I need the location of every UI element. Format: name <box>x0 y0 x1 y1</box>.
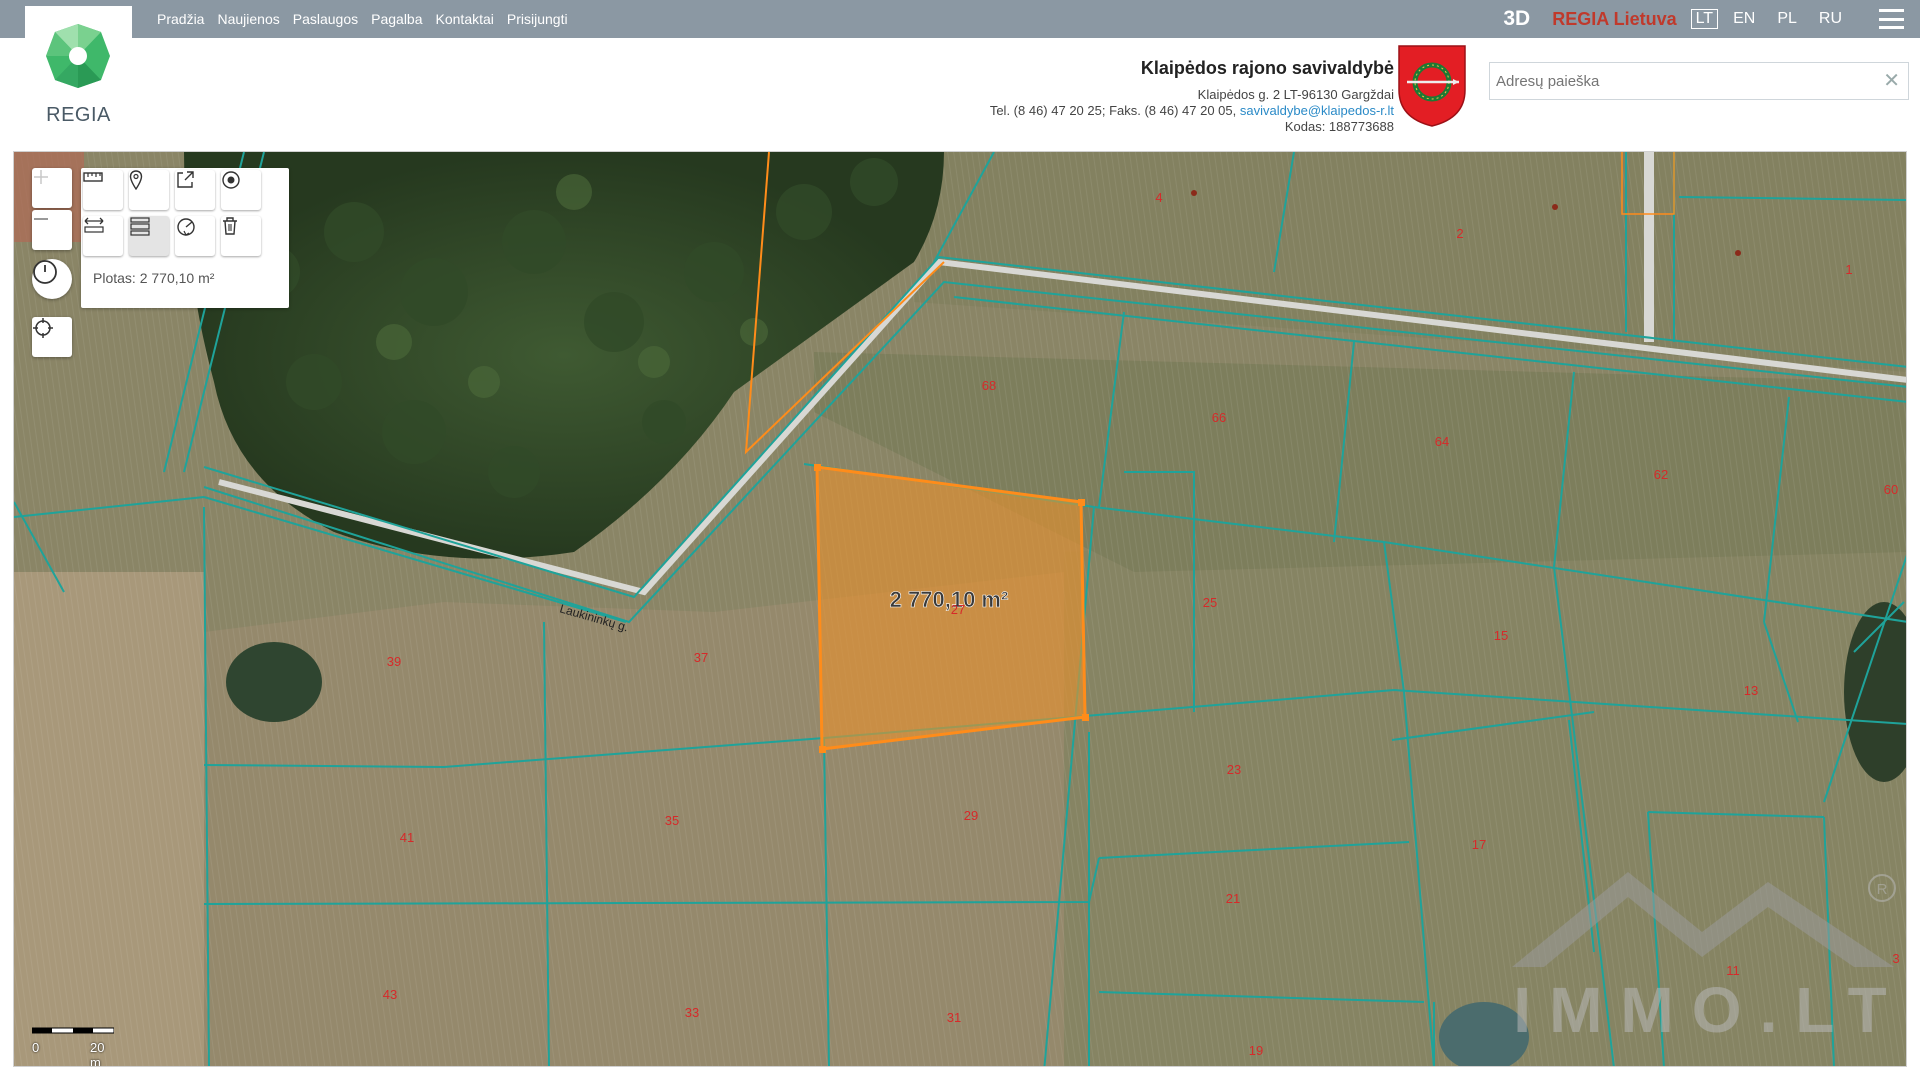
lang-ru[interactable]: RU <box>1819 10 1842 28</box>
municipality-address: Klaipėdos g. 2 LT-96130 Gargždai <box>1197 87 1394 102</box>
top-bar-right: 3D REGIA Lietuva LT EN PL RU <box>1503 0 1920 38</box>
nav-item-login[interactable]: Prisijungti <box>507 11 568 27</box>
municipality-info: Klaipėdos rajono savivaldybė Klaipėdos g… <box>990 58 1394 135</box>
parcel-number: 21 <box>1226 891 1240 906</box>
parcel-number: 33 <box>685 1005 699 1020</box>
parcel-number: 29 <box>964 808 978 823</box>
minus-icon <box>34 218 48 220</box>
watermark-text: IMMO.LT <box>1513 974 1904 1046</box>
parcel-number: 62 <box>1654 467 1668 482</box>
nav-item-services[interactable]: Paslaugos <box>293 11 358 27</box>
parcel-number: 39 <box>387 654 401 669</box>
regia-logo[interactable]: REGIA <box>25 6 132 150</box>
parcel-number: 25 <box>1203 595 1217 610</box>
measure-distance-button[interactable] <box>83 216 123 256</box>
distance-icon <box>84 217 104 233</box>
svg-text:R: R <box>1877 881 1888 898</box>
map-viewport[interactable]: 2 770,10 m² Laukininkų g. 4 2 1 68 66 64… <box>13 151 1907 1067</box>
close-icon[interactable]: ✕ <box>1883 68 1900 93</box>
parcel-number: 64 <box>1435 434 1449 449</box>
ruler-icon <box>83 172 103 182</box>
municipality-code: Kodas: 188773688 <box>1284 119 1394 134</box>
lang-lt[interactable]: LT <box>1690 9 1719 29</box>
parcel-number: 66 <box>1212 410 1226 425</box>
parcel-number: 60 <box>1884 482 1898 497</box>
nav-item-help[interactable]: Pagalba <box>371 11 422 27</box>
scale-max-label: 20 m <box>90 1040 105 1067</box>
brand-link[interactable]: REGIA Lietuva <box>1552 9 1676 30</box>
measure-tool-button[interactable] <box>83 170 123 210</box>
3d-button[interactable]: 3D <box>1503 7 1530 31</box>
logo-text: REGIA <box>46 104 111 126</box>
parcel-number: 19 <box>1249 1043 1263 1058</box>
parcel-number: 27 <box>951 602 965 617</box>
map-pin-icon <box>129 170 143 190</box>
measure-tool-panel: Plotas: 2 770,10 m² <box>81 168 289 308</box>
municipality-phone: Tel. (8 46) 47 20 25; Faks. (8 46) 47 20… <box>989 103 1237 118</box>
scale-bar-graphic <box>32 1027 114 1034</box>
main-nav: Pradžia Naujienos Paslaugos Pagalba Kont… <box>157 0 581 38</box>
parcel-number: 17 <box>1472 837 1486 852</box>
regia-logo-icon <box>46 24 110 88</box>
measure-area-button[interactable] <box>129 216 169 256</box>
selected-area-label: 2 770,10 m² <box>890 587 1009 612</box>
nav-item-news[interactable]: Naujienos <box>217 11 279 27</box>
plus-icon <box>34 170 48 184</box>
parcel-number: 23 <box>1227 762 1241 777</box>
menu-icon[interactable] <box>1879 9 1904 29</box>
parcel-number: 41 <box>400 830 414 845</box>
nav-item-contacts[interactable]: Kontaktai <box>436 11 494 27</box>
trash-icon <box>223 217 237 235</box>
municipality-contacts: Tel. (8 46) 47 20 25; Faks. (8 46) 47 20… <box>990 103 1394 119</box>
area-readout: Plotas: 2 770,10 m² <box>93 270 215 286</box>
top-bar: Pradžia Naujienos Paslaugos Pagalba Kont… <box>0 0 1920 38</box>
municipality-email-link[interactable]: savivaldybe@klaipedos-r.lt <box>1240 103 1394 118</box>
target-button[interactable] <box>221 170 261 210</box>
parcel-number: 35 <box>665 813 679 828</box>
coat-of-arms-icon <box>1398 45 1466 127</box>
scale-min-label: 0 <box>32 1040 40 1055</box>
nav-item-home[interactable]: Pradžia <box>157 11 204 27</box>
lang-en[interactable]: EN <box>1733 10 1755 28</box>
parcel-number: 37 <box>694 650 708 665</box>
delete-button[interactable] <box>221 216 261 256</box>
map-canvas[interactable]: 2 770,10 m² Laukininkų g. 4 2 1 68 66 64… <box>14 152 1907 1067</box>
parcel-number: 13 <box>1744 683 1758 698</box>
zoom-in-button[interactable] <box>32 168 72 208</box>
parcel-number: 2 <box>1456 226 1463 241</box>
address-search-input[interactable] <box>1490 63 1870 99</box>
address-search: ✕ <box>1489 62 1909 100</box>
parcel-number: 15 <box>1494 628 1508 643</box>
parcel-number: 4 <box>1155 190 1162 205</box>
locate-button[interactable] <box>32 317 72 357</box>
crosshair-icon <box>33 318 53 338</box>
parcel-number: 43 <box>383 987 397 1002</box>
clock-icon <box>33 260 57 284</box>
parcel-number: 3 <box>1892 951 1899 966</box>
share-button[interactable] <box>175 170 215 210</box>
parcel-number: 1 <box>1845 262 1852 277</box>
target-icon <box>222 171 240 189</box>
lang-pl[interactable]: PL <box>1777 10 1797 28</box>
parcel-number: 68 <box>982 378 996 393</box>
history-button[interactable] <box>32 259 72 299</box>
parcel-number: 31 <box>947 1010 961 1025</box>
municipality-name: Klaipėdos rajono savivaldybė <box>1140 58 1394 78</box>
measure-radius-button[interactable] <box>175 216 215 256</box>
marker-tool-button[interactable] <box>129 170 169 210</box>
area-icon <box>130 217 150 236</box>
radius-icon <box>177 218 195 236</box>
zoom-out-button[interactable] <box>32 210 72 250</box>
share-icon <box>177 171 194 188</box>
